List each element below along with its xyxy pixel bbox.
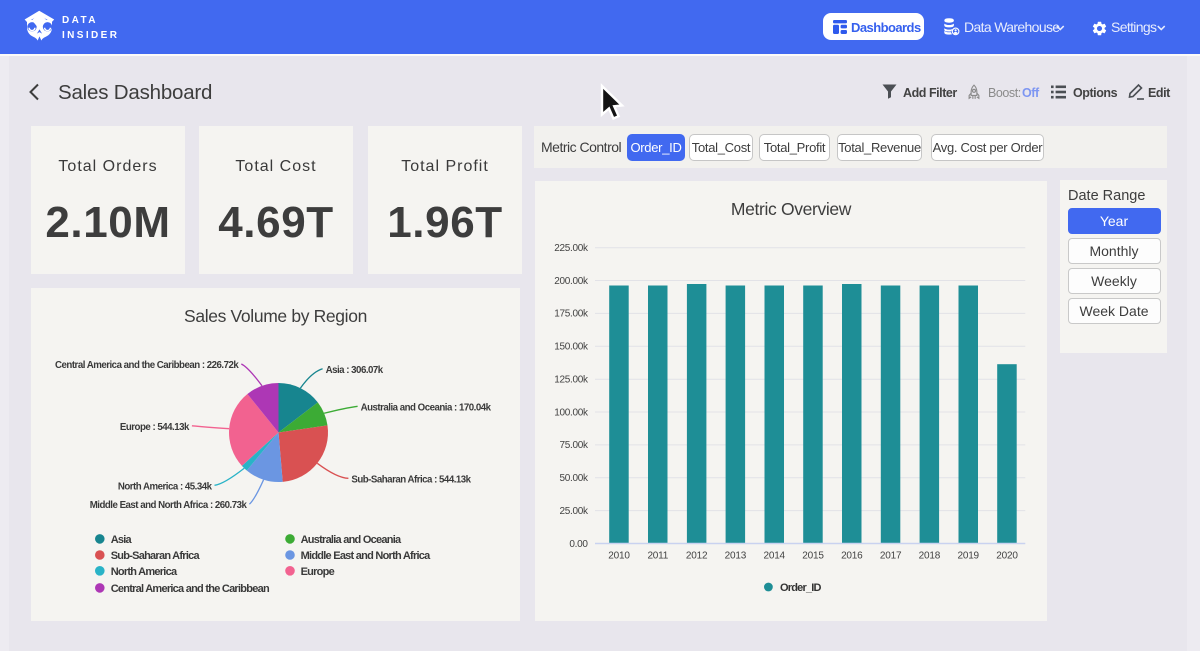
svg-text:2019: 2019 bbox=[957, 551, 979, 562]
svg-text:125.00k: 125.00k bbox=[554, 375, 589, 386]
svg-text:2016: 2016 bbox=[841, 551, 863, 562]
svg-text:Order_ID: Order_ID bbox=[780, 582, 822, 594]
svg-text:175.00k: 175.00k bbox=[554, 309, 589, 320]
svg-text:2018: 2018 bbox=[919, 551, 941, 562]
svg-text:100.00k: 100.00k bbox=[554, 407, 589, 418]
svg-text:150.00k: 150.00k bbox=[554, 342, 589, 353]
svg-text:2013: 2013 bbox=[725, 551, 747, 562]
svg-text:Asia : 306.07k: Asia : 306.07k bbox=[326, 365, 384, 376]
svg-text:2012: 2012 bbox=[686, 551, 708, 562]
svg-text:Central America and the Caribb: Central America and the Caribbean bbox=[111, 583, 270, 595]
svg-text:Asia: Asia bbox=[111, 534, 133, 546]
svg-text:North America : 45.34k: North America : 45.34k bbox=[118, 481, 213, 492]
svg-text:2014: 2014 bbox=[763, 551, 785, 562]
svg-text:Australia and Oceania : 170.04: Australia and Oceania : 170.04k bbox=[361, 402, 492, 413]
svg-text:Central America and the Caribb: Central America and the Caribbean : 226.… bbox=[55, 360, 239, 371]
svg-text:Europe : 544.13k: Europe : 544.13k bbox=[120, 422, 190, 433]
svg-text:2010: 2010 bbox=[608, 551, 630, 562]
svg-text:25.00k: 25.00k bbox=[559, 506, 589, 517]
svg-text:225.00k: 225.00k bbox=[554, 243, 589, 254]
svg-text:200.00k: 200.00k bbox=[554, 276, 589, 287]
svg-text:2011: 2011 bbox=[647, 551, 668, 562]
svg-text:Sub-Saharan Africa: Sub-Saharan Africa bbox=[111, 550, 201, 562]
svg-text:Europe: Europe bbox=[301, 566, 335, 578]
svg-text:75.00k: 75.00k bbox=[559, 440, 589, 451]
svg-text:0.00: 0.00 bbox=[569, 539, 588, 550]
svg-text:Middle East and North Africa: Middle East and North Africa bbox=[301, 550, 432, 562]
svg-text:2017: 2017 bbox=[880, 551, 902, 562]
svg-text:2015: 2015 bbox=[802, 551, 824, 562]
svg-text:Sub-Saharan Africa : 544.13k: Sub-Saharan Africa : 544.13k bbox=[351, 474, 471, 485]
svg-text:50.00k: 50.00k bbox=[559, 473, 589, 484]
svg-text:Middle East and North Africa :: Middle East and North Africa : 260.73k bbox=[90, 500, 248, 511]
svg-text:North America: North America bbox=[111, 566, 178, 578]
svg-text:Australia and Oceania: Australia and Oceania bbox=[301, 534, 402, 546]
svg-text:2020: 2020 bbox=[996, 551, 1018, 562]
